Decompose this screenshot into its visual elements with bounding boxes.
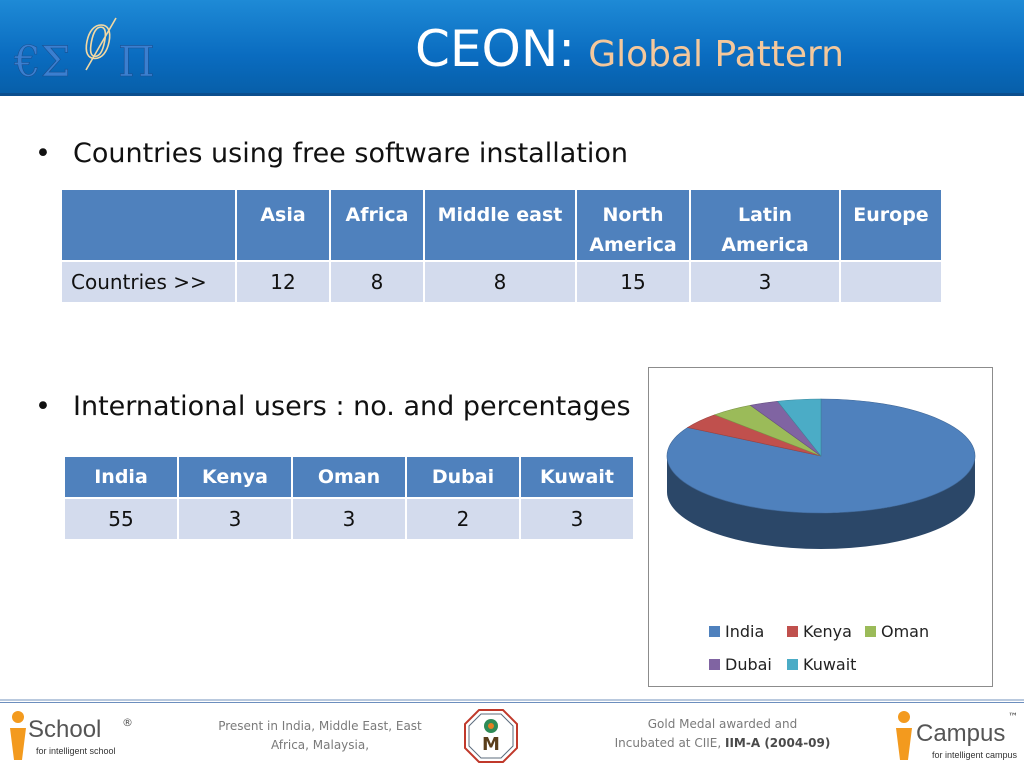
icampus-tagline: for intelligent campus [932, 750, 1018, 760]
bullet-dot: • [35, 391, 51, 422]
ischool-brand: School [28, 716, 102, 743]
presence-line: Africa, Malaysia, [270, 738, 370, 752]
legend-item: Oman [865, 622, 929, 641]
icampus-logo: Campus ™ for intelligent campus [890, 708, 1020, 764]
ceon-logo: €Σ 0 Π [14, 17, 155, 84]
registered-mark: ® [122, 716, 133, 729]
table-cell: 55 [63, 497, 179, 541]
award-line: Incubated at CIIE, [614, 736, 725, 750]
legend-swatch [709, 626, 720, 637]
award-line: Gold Medal awarded and [647, 717, 798, 731]
table-row-label: Countries >> [60, 260, 237, 304]
table-header-cell: Africa [329, 188, 425, 262]
header-line: North [602, 204, 664, 226]
legend-swatch [787, 626, 798, 637]
table-header-cell: Middle east [423, 188, 577, 262]
pie-chart-frame: India Kenya Oman Dubai Kuwait [648, 367, 993, 687]
legend-label: Kenya [803, 622, 852, 641]
legend-label: Kuwait [803, 655, 857, 674]
ischool-logo: School ® for intelligent school [6, 708, 136, 764]
table-header-cell: Kuwait [519, 455, 635, 499]
table-header-cell: North America [575, 188, 691, 262]
table-cell: 3 [177, 497, 293, 541]
slide-title: CEON: Global Pattern [415, 20, 844, 78]
header-line: America [721, 234, 809, 256]
table-header-row: Asia Africa Middle east North America La… [60, 188, 943, 262]
international-users-table: India Kenya Oman Dubai Kuwait 55 3 3 2 3 [63, 455, 635, 541]
legend-swatch [709, 659, 720, 670]
header-line: Latin [737, 204, 793, 226]
ischool-person-icon [10, 711, 26, 760]
table-cell: 8 [423, 260, 577, 304]
ischool-tagline: for intelligent school [36, 746, 116, 756]
table-header-cell: Asia [235, 188, 331, 262]
bullet-countries: • Countries using free software installat… [35, 138, 628, 169]
table-row: Countries >> 12 8 8 15 3 [60, 260, 943, 304]
table-header-cell: Oman [291, 455, 407, 499]
table-cell [839, 260, 943, 304]
table-cell: 3 [519, 497, 635, 541]
badge-letter: M [482, 734, 500, 755]
legend-swatch [865, 626, 876, 637]
icampus-person-icon [896, 711, 912, 760]
award-line-bold: IIM-A (2004-09) [725, 736, 831, 750]
bullet-countries-text: Countries using free software installati… [73, 138, 628, 169]
svg-text:€Σ: €Σ [14, 37, 70, 84]
table-cell: 2 [405, 497, 521, 541]
legend-item: Kenya [787, 622, 852, 641]
award-text: Gold Medal awarded and Incubated at CIIE… [600, 715, 845, 753]
legend-label: Oman [881, 622, 930, 641]
bullet-international-text: International users : no. and percentage… [73, 391, 631, 422]
table-header-cell [60, 188, 237, 262]
table-cell: 3 [689, 260, 841, 304]
icampus-brand: Campus [916, 720, 1006, 747]
legend-label: Dubai [725, 655, 772, 674]
legend-item: Dubai [709, 655, 772, 674]
presence-line: Present in India, Middle East, East [218, 719, 422, 733]
table-cell: 12 [235, 260, 331, 304]
title-bar: €Σ 0 Π CEON: Global Pattern [0, 0, 1024, 96]
table-header-cell: Europe [839, 188, 943, 262]
title-sub: Global Pattern [588, 34, 844, 75]
pie-chart [666, 398, 976, 549]
bullet-international: • International users : no. and percentag… [35, 391, 631, 422]
countries-table: Asia Africa Middle east North America La… [60, 188, 943, 304]
legend-swatch [787, 659, 798, 670]
table-header-cell: Dubai [405, 455, 521, 499]
bullet-dot: • [35, 138, 51, 169]
header-line: America [589, 234, 677, 256]
table-cell: 8 [329, 260, 425, 304]
svg-text:0: 0 [84, 18, 112, 69]
table-cell: 3 [291, 497, 407, 541]
medal-badge: M [463, 708, 519, 764]
legend-label: India [725, 622, 765, 641]
table-header-cell: Kenya [177, 455, 293, 499]
table-header-row: India Kenya Oman Dubai Kuwait [63, 455, 635, 499]
presence-text: Present in India, Middle East, East Afri… [205, 717, 435, 755]
trademark-mark: ™ [1008, 712, 1018, 723]
table-header-cell: Latin America [689, 188, 841, 262]
svg-text:Π: Π [118, 37, 155, 84]
table-row: 55 3 3 2 3 [63, 497, 635, 541]
footer-divider [0, 702, 1024, 703]
table-cell: 15 [575, 260, 691, 304]
title-main: CEON: [415, 20, 576, 78]
legend-item: India [709, 622, 764, 641]
legend-item: Kuwait [787, 655, 856, 674]
table-header-cell: India [63, 455, 179, 499]
footer-divider [0, 699, 1024, 701]
